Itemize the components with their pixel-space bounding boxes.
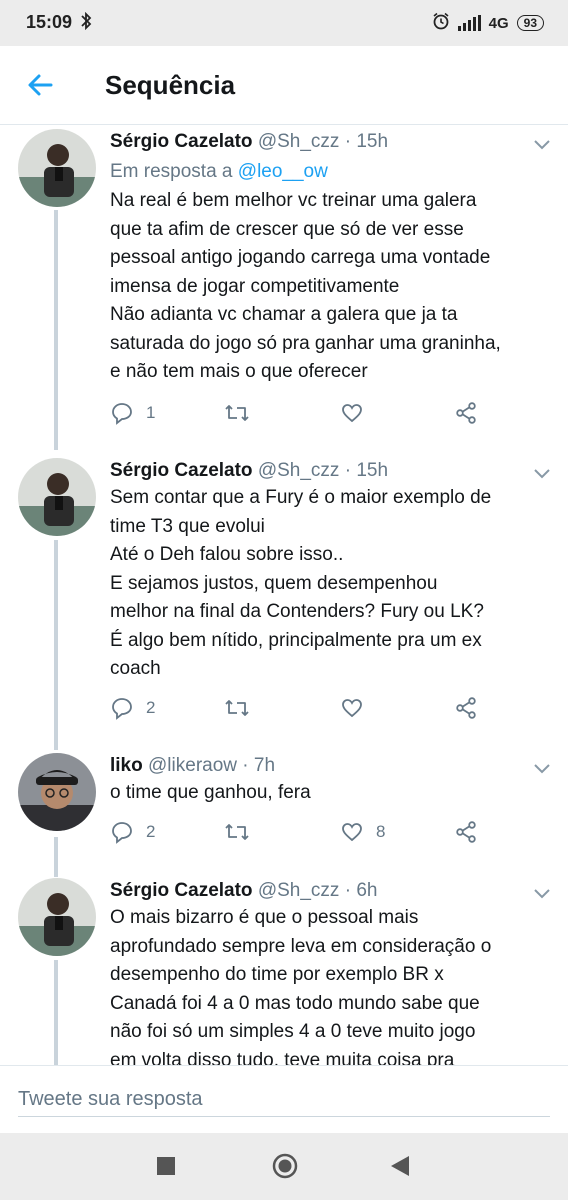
like-button[interactable]: 8	[340, 820, 385, 844]
status-icons: 4G 93	[432, 12, 544, 34]
reply-prefix: Em resposta a	[110, 161, 233, 182]
thread-connector	[54, 210, 58, 450]
tweet-time: · 6h	[344, 880, 378, 901]
tweet-text: o time que ganhou, fera	[110, 782, 311, 803]
status-bar: 15:09 4G 93	[0, 0, 568, 46]
status-time: 15:09	[26, 12, 73, 32]
reply-icon	[110, 820, 134, 844]
like-count: 8	[376, 822, 386, 841]
reply-icon	[110, 696, 134, 720]
reply-count: 2	[146, 822, 156, 841]
user-name[interactable]: Sérgio Cazelato	[110, 131, 253, 152]
system-nav-bar	[0, 1133, 568, 1200]
share-icon	[454, 820, 478, 844]
alarm-icon	[432, 12, 450, 34]
avatar[interactable]	[18, 878, 96, 956]
heart-icon	[340, 820, 364, 844]
tweet-header: Sérgio Cazelato @Sh_czz · 15h	[110, 129, 388, 155]
tweet-time: · 15h	[344, 460, 389, 481]
avatar[interactable]	[18, 753, 96, 831]
app-header: Sequência	[0, 46, 568, 125]
page-title: Sequência	[105, 70, 236, 100]
reply-count: 1	[146, 403, 156, 422]
like-button[interactable]	[340, 696, 376, 720]
retweet-icon	[223, 696, 251, 720]
tweet-header: Sérgio Cazelato @Sh_czz · 15h	[110, 458, 388, 484]
tweet-actions: 1	[110, 401, 490, 431]
tweet-thread: Sérgio Cazelato @Sh_czz · 15h Em respost…	[0, 125, 568, 1065]
user-handle[interactable]: @likeraow	[148, 755, 237, 776]
reply-input[interactable]	[18, 1082, 550, 1117]
tweet-text: Na real é bem melhor vc treinar uma gale…	[110, 190, 501, 382]
reply-button[interactable]: 1	[110, 401, 155, 425]
chevron-down-icon[interactable]	[534, 137, 550, 155]
share-icon	[454, 696, 478, 720]
user-name[interactable]: liko	[110, 755, 143, 776]
reply-compose-bar	[0, 1065, 568, 1134]
user-name[interactable]: Sérgio Cazelato	[110, 880, 253, 901]
back-arrow-icon	[24, 74, 58, 106]
tweet-actions: 2	[110, 696, 490, 726]
heart-icon	[340, 401, 364, 425]
retweet-button[interactable]	[223, 401, 263, 425]
recents-square-icon[interactable]	[157, 1157, 175, 1180]
user-handle[interactable]: @Sh_czz	[258, 131, 340, 152]
reply-button[interactable]: 2	[110, 696, 155, 720]
retweet-icon	[223, 401, 251, 425]
reply-mention-link[interactable]: @leo__ow	[238, 161, 328, 182]
reply-button[interactable]: 2	[110, 820, 155, 844]
heart-icon	[340, 696, 364, 720]
tweet-actions: 2 8	[110, 820, 490, 850]
back-triangle-icon[interactable]	[391, 1156, 409, 1181]
tweet-time: · 7h	[242, 755, 276, 776]
avatar[interactable]	[18, 129, 96, 207]
share-button[interactable]	[454, 401, 478, 425]
thread-connector	[54, 540, 58, 750]
home-circle-icon[interactable]	[272, 1153, 298, 1184]
share-button[interactable]	[454, 696, 478, 720]
chevron-down-icon[interactable]	[534, 886, 550, 904]
user-handle[interactable]: @Sh_czz	[258, 460, 340, 481]
signal-icon	[457, 15, 481, 31]
tweet-text: Sem contar que a Fury é o maior exemplo …	[110, 487, 492, 679]
tweet-header: liko @likeraow · 7h	[110, 753, 275, 779]
battery-icon: 93	[516, 15, 544, 31]
reply-count: 2	[146, 698, 156, 717]
thread-connector	[54, 837, 58, 877]
reply-icon	[110, 401, 134, 425]
user-handle[interactable]: @Sh_czz	[258, 880, 340, 901]
avatar[interactable]	[18, 458, 96, 536]
like-button[interactable]	[340, 401, 376, 425]
share-button[interactable]	[454, 820, 478, 844]
thread-connector	[54, 960, 58, 1065]
bluetooth-icon	[80, 11, 92, 35]
reply-context: Em resposta a @leo__ow	[110, 159, 328, 185]
share-icon	[454, 401, 478, 425]
retweet-button[interactable]	[223, 820, 263, 844]
tweet-text: O mais bizarro é que o pessoal mais apro…	[110, 907, 492, 1065]
retweet-icon	[223, 820, 251, 844]
user-name[interactable]: Sérgio Cazelato	[110, 460, 253, 481]
network-label: 4G	[488, 14, 509, 32]
back-button[interactable]	[24, 68, 58, 102]
tweet-header: Sérgio Cazelato @Sh_czz · 6h	[110, 878, 377, 904]
retweet-button[interactable]	[223, 696, 263, 720]
chevron-down-icon[interactable]	[534, 466, 550, 484]
tweet-time: · 15h	[344, 131, 389, 152]
chevron-down-icon[interactable]	[534, 761, 550, 779]
